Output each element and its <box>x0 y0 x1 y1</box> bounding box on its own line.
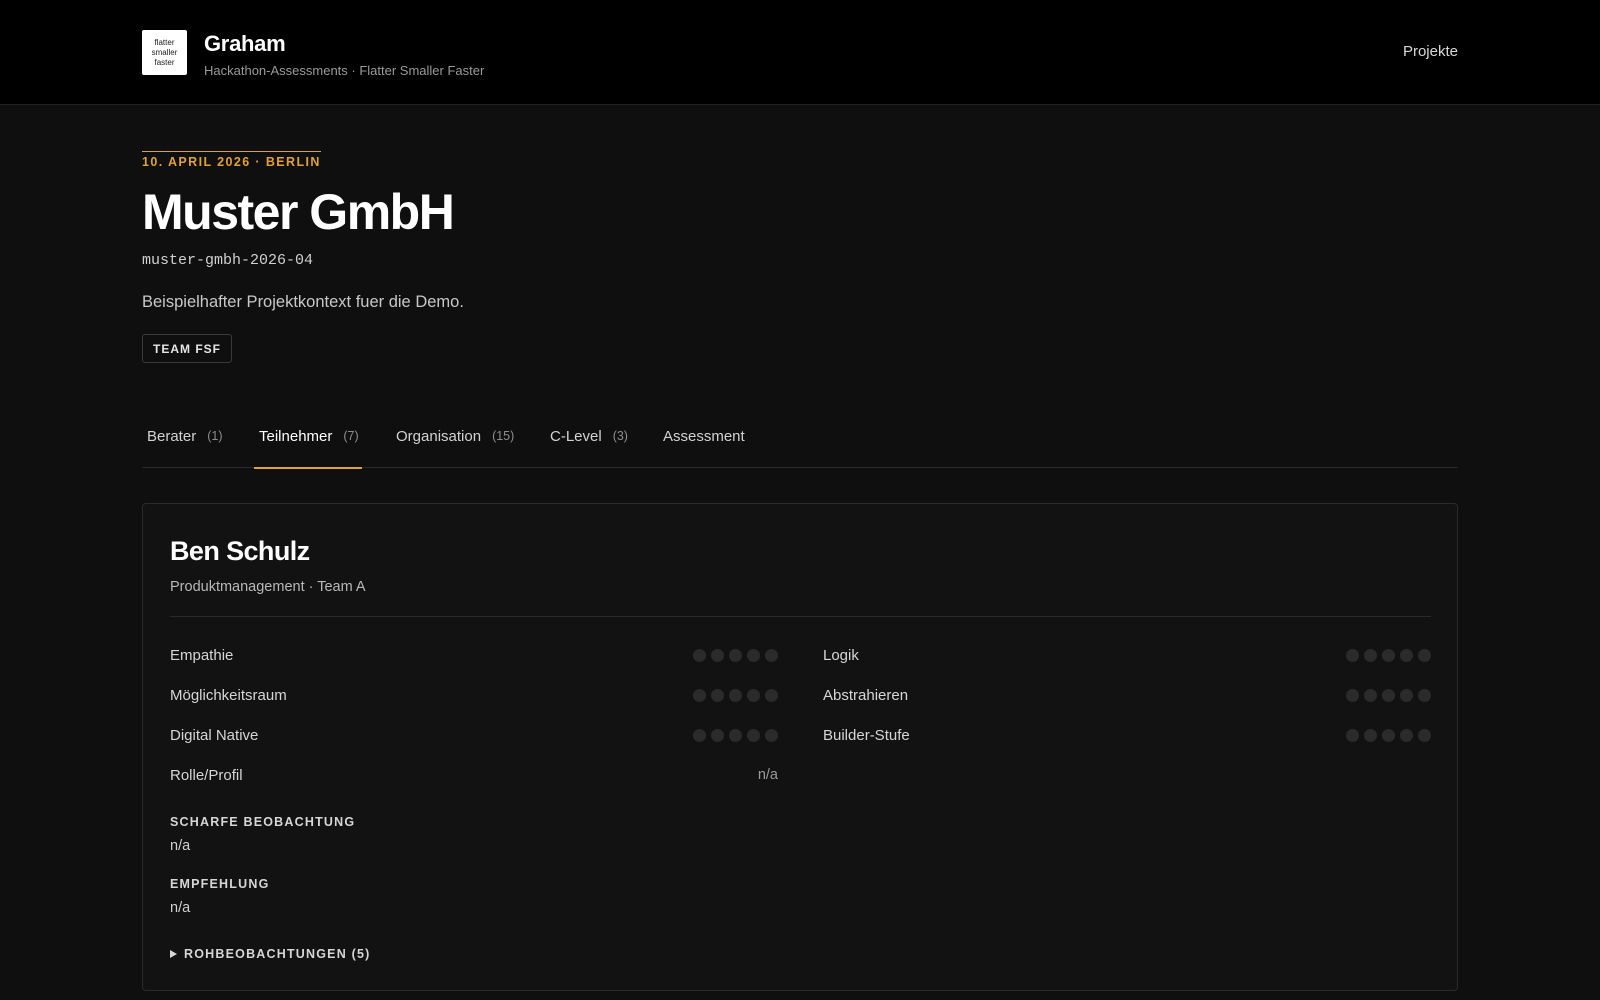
metric-label: Rolle/Profil <box>170 766 243 784</box>
rating-dot <box>1418 728 1431 742</box>
metric-label: Abstrahieren <box>823 686 909 704</box>
rating-dot <box>729 648 742 662</box>
rating-dot <box>1346 728 1359 742</box>
project-context: Beispielhafter Projektkontext fuer die D… <box>142 293 464 311</box>
project-slug: muster-gmbh-2026-04 <box>142 252 314 269</box>
metric-label: Logik <box>823 646 859 664</box>
rating-dot <box>1382 688 1395 702</box>
metric-value: n/a <box>757 767 778 783</box>
rating-dot <box>711 648 724 662</box>
rating-dot <box>693 688 706 702</box>
tab-count: (1) <box>207 429 223 443</box>
rating-dot <box>765 688 778 702</box>
metric-empathie: Empathie <box>170 645 778 665</box>
rating-dot <box>711 728 724 742</box>
rating-dot <box>1382 648 1395 662</box>
nav-link-projects[interactable]: Projekte <box>1403 43 1458 60</box>
brand: Graham Hackathon-Assessments · Flatter S… <box>204 31 484 78</box>
rating-dot <box>1346 648 1359 662</box>
tab-label: C-Level <box>550 428 602 445</box>
tab-organisation[interactable]: Organisation (15) <box>396 412 514 468</box>
rating-dots <box>693 688 778 702</box>
rating-dot <box>1346 688 1359 702</box>
top-bar: flatter smaller faster Graham Hackathon-… <box>0 0 1600 105</box>
team-badge: TEAM FSF <box>142 334 232 363</box>
participant-role: Produktmanagement · Team A <box>170 579 366 595</box>
tab-label: Teilnehmer <box>259 428 333 445</box>
metric-abstrahieren: Abstrahieren <box>823 685 1431 705</box>
metric-label: Empathie <box>170 646 234 664</box>
rating-dot <box>747 728 760 742</box>
metric-moeglichkeitsraum: Möglichkeitsraum <box>170 685 778 705</box>
tab-label: Organisation <box>396 428 482 445</box>
rating-dot <box>1400 688 1413 702</box>
tab-bar: Berater (1) Teilnehmer (7) Organisation … <box>142 412 1458 469</box>
raw-observations-label: ROHBEOBACHTUNGEN (5) <box>184 947 371 961</box>
rating-dots <box>693 648 778 662</box>
rating-dot <box>1418 648 1431 662</box>
rating-dot <box>1364 648 1377 662</box>
metric-label: Digital Native <box>170 726 259 744</box>
tab-count: (7) <box>343 429 359 443</box>
rating-dot <box>747 688 760 702</box>
logo-line-3: faster <box>154 57 175 67</box>
brand-logo[interactable]: flatter smaller faster <box>142 30 187 75</box>
logo-line-2: smaller <box>151 47 178 57</box>
participant-name: Ben Schulz <box>170 536 310 566</box>
logo-line-1: flatter <box>154 37 175 47</box>
rating-dot <box>1364 688 1377 702</box>
recommendation-label: EMPFEHLUNG <box>170 877 270 891</box>
metric-digital-native: Digital Native <box>170 725 778 745</box>
metric-logik: Logik <box>823 645 1431 665</box>
rating-dot <box>765 728 778 742</box>
rating-dot <box>693 648 706 662</box>
rating-dot <box>1364 728 1377 742</box>
rating-dot <box>693 728 706 742</box>
divider <box>170 616 1431 617</box>
page-title: Muster GmbH <box>142 184 455 240</box>
tab-berater[interactable]: Berater (1) <box>147 412 222 468</box>
rating-dot <box>1400 728 1413 742</box>
rating-dots <box>1346 648 1431 662</box>
tab-label: Berater <box>147 428 197 445</box>
sharp-observation-label: SCHARFE BEOBACHTUNG <box>170 815 356 829</box>
rating-dot <box>1418 688 1431 702</box>
rating-dot <box>747 648 760 662</box>
brand-subtitle: Hackathon-Assessments · Flatter Smaller … <box>204 63 485 78</box>
metric-label: Builder-Stufe <box>823 726 910 744</box>
tab-count: (3) <box>612 429 628 443</box>
metric-label: Möglichkeitsraum <box>170 686 287 704</box>
raw-observations-toggle[interactable]: ROHBEOBACHTUNGEN (5) <box>170 947 371 961</box>
tab-count: (15) <box>492 429 515 443</box>
rating-dot <box>1382 728 1395 742</box>
rating-dot <box>729 688 742 702</box>
rating-dot <box>729 728 742 742</box>
disclosure-triangle-icon <box>170 950 177 958</box>
tab-label: Assessment <box>663 428 745 445</box>
tab-c-level[interactable]: C-Level (3) <box>550 412 628 468</box>
tab-assessment[interactable]: Assessment <box>663 412 745 468</box>
rating-dots <box>1346 688 1431 702</box>
project-date-location: 10. APRIL 2026 · BERLIN <box>142 151 321 169</box>
recommendation-value: n/a <box>170 900 191 916</box>
rating-dot <box>1400 648 1413 662</box>
rating-dots <box>693 728 778 742</box>
rating-dot <box>765 648 778 662</box>
metric-builder-stufe: Builder-Stufe <box>823 725 1431 745</box>
metric-rolle-profil: Rolle/Profil n/a <box>170 765 778 785</box>
brand-title[interactable]: Graham <box>204 31 484 57</box>
tab-teilnehmer[interactable]: Teilnehmer (7) <box>254 412 362 469</box>
rating-dot <box>711 688 724 702</box>
rating-dots <box>1346 728 1431 742</box>
participant-card: Ben Schulz Produktmanagement · Team A Em… <box>142 503 1458 991</box>
sharp-observation-value: n/a <box>170 838 191 854</box>
